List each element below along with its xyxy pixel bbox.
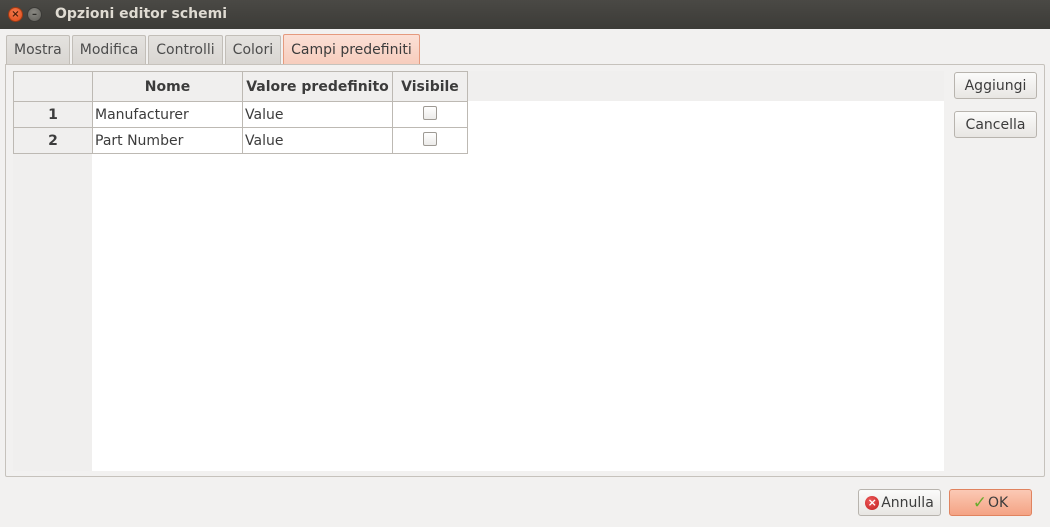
window-title: Opzioni editor schemi <box>55 6 228 22</box>
close-window-glyph: × <box>11 8 20 20</box>
tab-colori[interactable]: Colori <box>224 35 282 64</box>
fields-table-area[interactable]: Nome Valore predefinito Visibile 1 Manuf… <box>13 71 944 471</box>
tab-campi-predefiniti[interactable]: Campi predefiniti <box>283 34 420 64</box>
row-header[interactable]: 1 <box>13 101 93 128</box>
cancel-button-label: Annulla <box>881 494 934 511</box>
table-header-row: Nome Valore predefinito Visibile <box>13 71 468 102</box>
minimize-window-glyph: – <box>32 8 37 20</box>
fields-table: Nome Valore predefinito Visibile 1 Manuf… <box>13 71 468 154</box>
checkmark-icon: ✓ <box>972 492 988 513</box>
tab-bar: Mostra Modifica Controlli Colori Campi p… <box>6 34 422 65</box>
field-name-cell[interactable]: Manufacturer <box>92 101 243 128</box>
add-field-button[interactable]: Aggiungi <box>954 72 1037 99</box>
tab-mostra[interactable]: Mostra <box>6 35 70 64</box>
row-header-strip <box>13 101 92 471</box>
field-visible-cell <box>392 101 468 128</box>
column-header-name[interactable]: Nome <box>92 71 243 102</box>
table-row: 1 Manufacturer Value <box>13 101 468 128</box>
column-header-default-value[interactable]: Valore predefinito <box>242 71 393 102</box>
visible-checkbox[interactable] <box>423 106 437 120</box>
field-name-cell[interactable]: Part Number <box>92 127 243 154</box>
visible-checkbox[interactable] <box>423 132 437 146</box>
tab-modifica[interactable]: Modifica <box>71 35 147 64</box>
table-corner[interactable] <box>13 71 93 102</box>
field-value-cell[interactable]: Value <box>242 101 393 128</box>
table-row: 2 Part Number Value <box>13 127 468 154</box>
minimize-window-icon[interactable]: – <box>27 7 42 22</box>
title-bar: × – Opzioni editor schemi <box>0 0 1050 29</box>
row-header[interactable]: 2 <box>13 127 93 154</box>
ok-button[interactable]: ✓ OK <box>949 489 1032 516</box>
delete-field-button[interactable]: Cancella <box>954 111 1037 138</box>
field-value-cell[interactable]: Value <box>242 127 393 154</box>
field-visible-cell <box>392 127 468 154</box>
cancel-button[interactable]: × Annulla <box>858 489 941 516</box>
ok-button-label: OK <box>988 494 1009 511</box>
tab-controlli[interactable]: Controlli <box>148 35 223 64</box>
tab-panel: Nome Valore predefinito Visibile 1 Manuf… <box>5 64 1045 477</box>
column-header-visible[interactable]: Visibile <box>392 71 468 102</box>
cancel-circle-icon: × <box>865 495 880 510</box>
close-window-icon[interactable]: × <box>8 7 23 22</box>
